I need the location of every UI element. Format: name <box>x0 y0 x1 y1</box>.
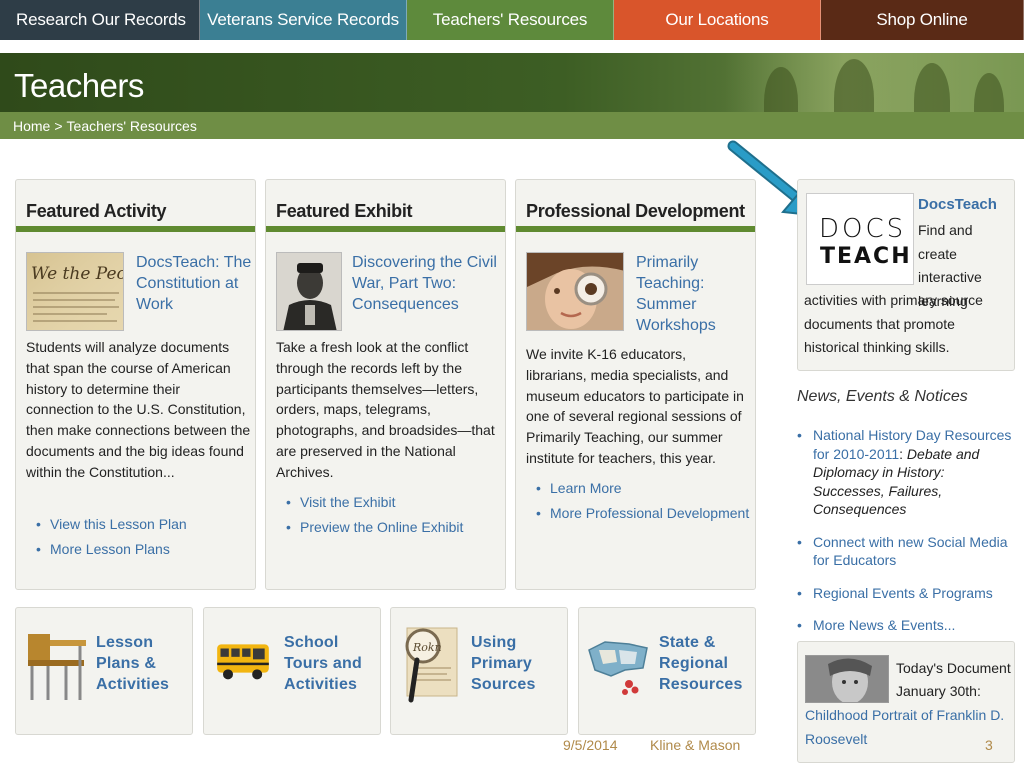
tile-lesson-plans[interactable]: Lesson Plans & Activities <box>15 607 193 735</box>
featured-activity-card: Featured Activity We the People DocsTeac… <box>15 179 256 590</box>
footer-authors: Kline & Mason <box>650 737 741 753</box>
featured-exhibit-links: Visit the Exhibit Preview the Online Exh… <box>286 493 463 543</box>
view-lesson-plan-link[interactable]: View this Lesson Plan <box>36 515 187 534</box>
news-item-social-media[interactable]: Connect with new Social Media for Educat… <box>797 533 1015 570</box>
featured-activity-links: View this Lesson Plan More Lesson Plans <box>36 515 187 565</box>
featured-exhibit-description: Take a fresh look at the conflict throug… <box>276 339 495 480</box>
featured-activity-description: Students will analyze documents that spa… <box>26 339 251 480</box>
todays-document-link[interactable]: Childhood Portrait of Franklin D. Roosev… <box>805 703 1010 751</box>
card-divider <box>516 226 755 232</box>
footer-page-number: 3 <box>985 737 993 753</box>
docsteach-logo-line2: TEACH <box>820 244 912 269</box>
tile-label-line: Regional <box>659 655 729 672</box>
news-item-regional-events[interactable]: Regional Events & Programs <box>797 584 1015 603</box>
professional-development-link[interactable]: Primarily Teaching: Summer Workshops <box>636 252 726 336</box>
card-title: Featured Activity <box>26 201 167 221</box>
tile-label-line: Resources <box>659 676 743 693</box>
tile-label-line: State & <box>659 634 716 651</box>
card-divider <box>16 226 255 232</box>
svg-text:We the People: We the People <box>31 264 124 284</box>
todays-document-title: Today's Document <box>896 660 1011 676</box>
school-bus-icon <box>217 644 269 680</box>
tab-shop-online[interactable]: Shop Online <box>821 0 1024 40</box>
professional-development-card: Professional Development Primarily Teach… <box>515 179 756 590</box>
visit-exhibit-link[interactable]: Visit the Exhibit <box>286 493 463 512</box>
news-heading: News, Events & Notices <box>797 388 968 405</box>
page-title: Teachers <box>14 67 144 104</box>
constitution-document-icon[interactable]: We the People <box>26 252 124 331</box>
todays-document-label: Today's Document January 30th: <box>896 657 1012 703</box>
preview-online-exhibit-link[interactable]: Preview the Online Exhibit <box>286 518 463 537</box>
learn-more-link[interactable]: Learn More <box>536 479 749 498</box>
top-navigation: Research Our Records Veterans Service Re… <box>0 0 1024 40</box>
more-professional-development-link[interactable]: More Professional Development <box>536 504 749 523</box>
girl-with-magnifying-glass[interactable] <box>526 252 624 331</box>
tab-veterans-service-records[interactable]: Veterans Service Records <box>200 0 407 40</box>
todays-document: Today's Document January 30th: Childhood… <box>797 641 1015 763</box>
tile-label-line: Sources <box>471 676 536 693</box>
school-desk-icon <box>28 634 86 700</box>
docsteach-logo-line1: DOCS <box>819 214 907 244</box>
news-item-separator: : <box>899 445 907 462</box>
tab-research-our-records[interactable]: Research Our Records <box>0 0 200 40</box>
tab-teachers-resources[interactable]: Teachers' Resources <box>407 0 614 40</box>
tile-label-line: Using <box>471 634 517 651</box>
breadcrumb-current: Teachers' Resources <box>66 118 197 134</box>
docsteach-description-cont: activities with primary source documents… <box>804 292 983 355</box>
card-title: Professional Development <box>526 201 745 221</box>
tile-label-line: Activities <box>96 676 170 693</box>
news-item-more-news[interactable]: More News & Events... <box>797 616 1015 635</box>
more-lesson-plans-link[interactable]: More Lesson Plans <box>36 540 187 559</box>
tile-label-line: Tours and <box>284 655 362 672</box>
professional-development-description: We invite K-16 educators, librarians, me… <box>526 346 744 466</box>
tile-label-line: Primary <box>471 655 532 672</box>
news-list: National History Day Resources for 2010-… <box>797 426 1015 635</box>
featured-activity-link[interactable]: DocsTeach: The Constitution at Work <box>136 252 254 315</box>
us-map-icon <box>588 641 648 695</box>
breadcrumb-home[interactable]: Home <box>13 118 50 134</box>
footer-date: 9/5/2014 <box>563 737 618 753</box>
tile-label-line: Activities <box>284 676 358 693</box>
breadcrumb-separator: > <box>54 118 63 134</box>
card-divider <box>266 226 505 232</box>
breadcrumb: Home > Teachers' Resources <box>13 118 197 134</box>
svg-text:Rokn: Rokn <box>412 641 442 654</box>
todays-document-date: January 30th: <box>896 683 981 699</box>
tile-state-regional[interactable]: State & Regional Resources <box>578 607 756 735</box>
tile-primary-sources[interactable]: Rokn Using Primary Sources <box>390 607 568 735</box>
civil-war-soldier-portrait[interactable] <box>276 252 342 331</box>
featured-exhibit-card: Featured Exhibit Discovering the Civil W… <box>265 179 506 590</box>
tab-our-locations[interactable]: Our Locations <box>614 0 821 40</box>
professional-development-links: Learn More More Professional Development <box>536 479 749 529</box>
docsteach-logo[interactable]: DOCS TEACH <box>806 193 914 285</box>
todays-document-photo[interactable] <box>805 655 889 703</box>
tile-label-line: School <box>284 634 339 651</box>
docsteach-link[interactable]: DocsTeach <box>918 196 997 213</box>
tile-label-line: Plans & <box>96 655 157 672</box>
tile-label-line: Lesson <box>96 634 154 651</box>
tile-school-tours[interactable]: School Tours and Activities <box>203 607 381 735</box>
docsteach-promo: DOCS TEACH DocsTeach Find and create int… <box>797 179 1015 371</box>
card-title: Featured Exhibit <box>276 201 413 221</box>
featured-exhibit-link[interactable]: Discovering the Civil War, Part Two: Con… <box>352 252 502 315</box>
magnifier-document-icon: Rokn <box>405 627 458 703</box>
news-item-history-day[interactable]: National History Day Resources for 2010-… <box>797 426 1015 519</box>
